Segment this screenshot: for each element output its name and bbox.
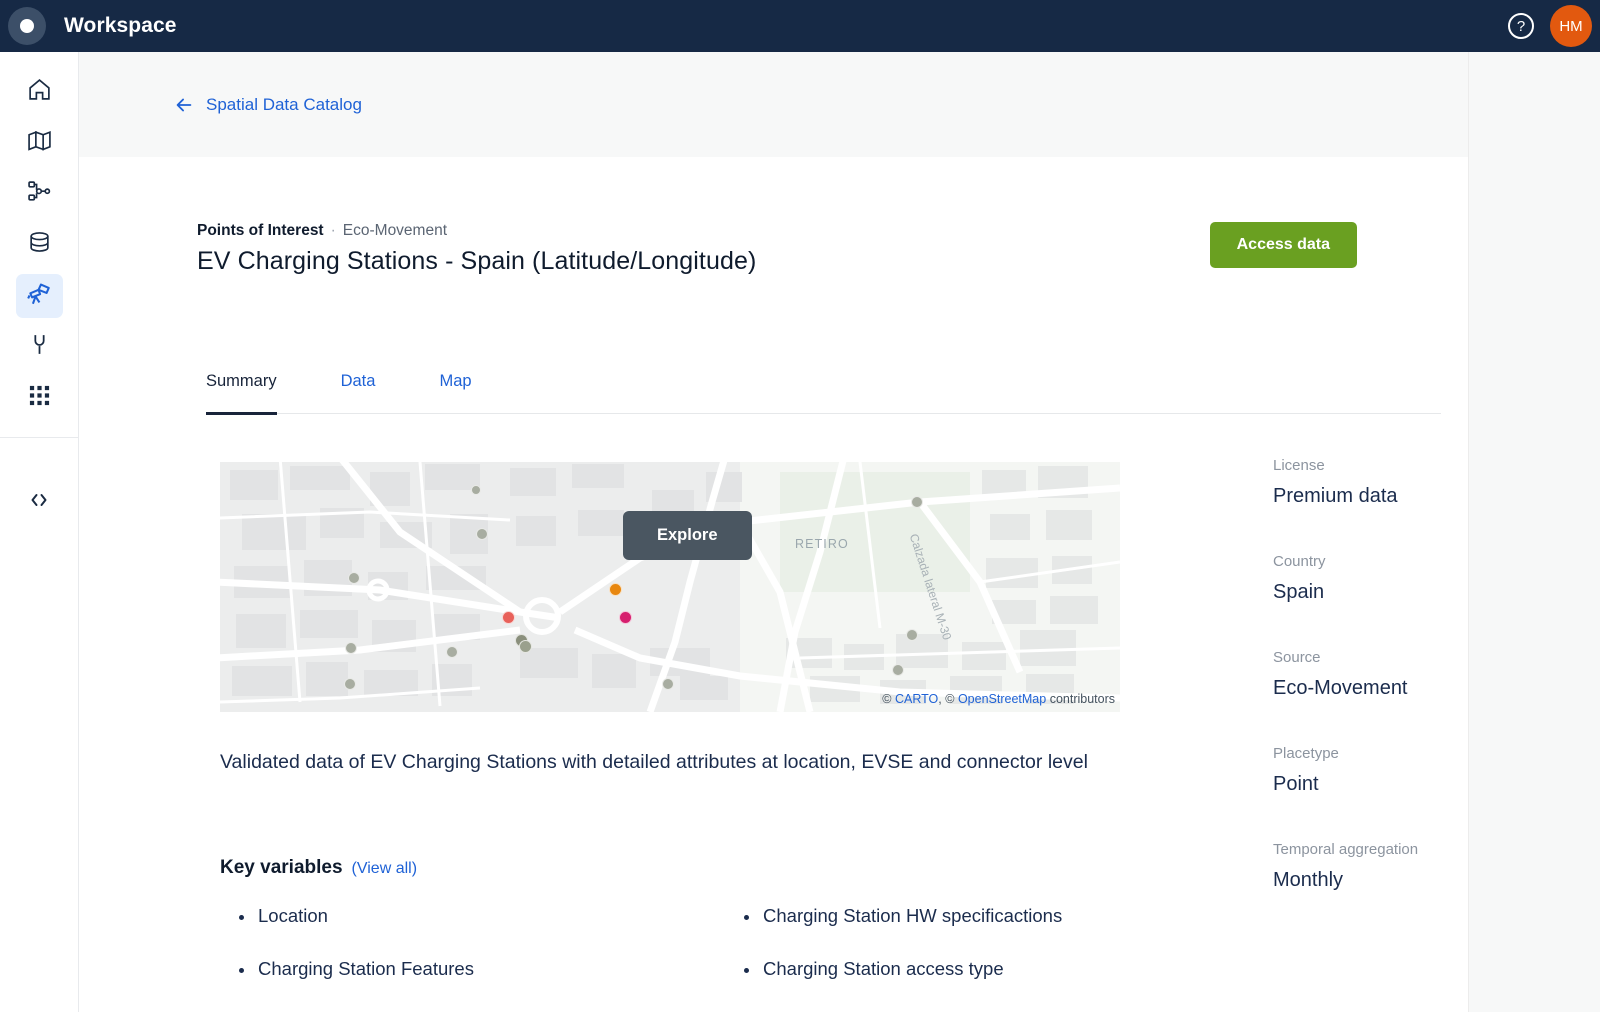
content-panel: Points of Interest · Eco-Movement EV Charg… (79, 157, 1469, 1012)
page-title: EV Charging Stations - Spain (Latitude/L… (197, 247, 756, 276)
code-brackets-icon (27, 488, 51, 517)
map-marker (609, 583, 622, 596)
dataset-provider: Eco-Movement (343, 222, 447, 239)
map-marker (344, 678, 356, 690)
top-bar: Workspace ? HM (0, 0, 1600, 52)
dataset-header: Points of Interest · Eco-Movement EV Charg… (197, 222, 1357, 276)
sidebar-item-spatial-data-catalog[interactable] (16, 274, 63, 318)
sidebar-item-applications[interactable] (16, 376, 63, 420)
map-marker (502, 611, 515, 624)
map-marker (471, 485, 481, 495)
bullet-icon (239, 915, 244, 920)
meta-label-source: Source (1273, 649, 1473, 666)
attribution-copyright-carto: © (882, 692, 891, 706)
openstreetmap-link[interactable]: OpenStreetMap (958, 692, 1046, 706)
key-variables-title: Key variables (220, 857, 343, 878)
meta-value-source: Eco-Movement (1273, 677, 1473, 700)
sidebar-item-workflows[interactable] (16, 172, 63, 216)
breadcrumb-strip: Spatial Data Catalog (79, 52, 1600, 157)
sidebar-item-connections[interactable] (16, 325, 63, 369)
plug-icon (27, 332, 52, 362)
attribution-suffix: contributors (1050, 692, 1115, 706)
sidebar-divider (0, 437, 79, 438)
dataset-description: Validated data of EV Charging Stations w… (220, 747, 1100, 779)
map-marker (476, 528, 488, 540)
metadata-panel: License Premium data Country Spain Sourc… (1273, 457, 1473, 937)
tab-bar: Summary Data Map (206, 372, 1441, 414)
list-item: Charging Station HW specificactions (744, 905, 1249, 927)
list-item: Charging Station access type (744, 958, 1249, 980)
grid-apps-icon (28, 384, 51, 412)
map-marker (911, 496, 923, 508)
key-variables-list: Location Charging Station Features Charg… (239, 905, 1249, 1011)
left-sidebar (0, 52, 79, 1012)
workflows-icon (27, 179, 52, 209)
right-gutter (1469, 52, 1600, 1012)
kicker-separator: · (331, 222, 336, 239)
map-marker (619, 611, 632, 624)
sidebar-item-home[interactable] (16, 70, 63, 114)
key-variables-column-right: Charging Station HW specificactions Char… (744, 905, 1249, 1011)
avatar[interactable]: HM (1550, 5, 1592, 47)
list-item-label: Location (258, 905, 328, 927)
breadcrumb-label: Spatial Data Catalog (206, 95, 362, 115)
database-icon (27, 230, 52, 260)
list-item: Location (239, 905, 744, 927)
sidebar-item-data-explorer[interactable] (16, 223, 63, 267)
topbar-actions: ? HM (1508, 5, 1600, 47)
map-marker (892, 664, 904, 676)
meta-value-country: Spain (1273, 581, 1473, 604)
question-mark-icon[interactable]: ? (1508, 13, 1534, 39)
home-icon (27, 77, 52, 107)
attribution-comma: , (938, 692, 941, 706)
key-variables-column-left: Location Charging Station Features (239, 905, 744, 1011)
sidebar-item-maps[interactable] (16, 121, 63, 165)
view-all-link[interactable]: (View all) (352, 860, 418, 877)
key-variables-heading: Key variables (View all) (220, 857, 417, 879)
meta-label-placetype: Placetype (1273, 745, 1473, 762)
workspace-title: Workspace (64, 14, 177, 38)
map-attribution: © CARTO, © OpenStreetMap contributors (882, 692, 1115, 706)
meta-value-placetype: Point (1273, 773, 1473, 796)
dataset-heading-block: Points of Interest · Eco-Movement EV Charg… (197, 222, 756, 276)
map-marker (519, 640, 532, 653)
list-item-label: Charging Station Features (258, 958, 474, 980)
map-marker (906, 629, 918, 641)
breadcrumb[interactable]: Spatial Data Catalog (173, 94, 362, 116)
sidebar-item-developers[interactable] (16, 480, 63, 524)
list-item: Charging Station Features (239, 958, 744, 980)
meta-value-temporal-aggregation: Monthly (1273, 869, 1473, 892)
explore-button[interactable]: Explore (623, 511, 752, 560)
dataset-kicker: Points of Interest · Eco-Movement (197, 222, 756, 240)
meta-label-temporal-aggregation: Temporal aggregation (1273, 841, 1473, 858)
access-data-button[interactable]: Access data (1210, 222, 1357, 268)
list-item-label: Charging Station access type (763, 958, 1004, 980)
meta-value-license: Premium data (1273, 485, 1473, 508)
list-item-label: Charging Station HW specificactions (763, 905, 1062, 927)
meta-label-license: License (1273, 457, 1473, 474)
breadcrumb-panel: Spatial Data Catalog (79, 52, 1469, 157)
carto-link[interactable]: CARTO (895, 692, 938, 706)
arrow-left-icon (173, 94, 195, 116)
tab-summary[interactable]: Summary (206, 372, 277, 413)
map-icon (27, 128, 52, 158)
attribution-copyright-osm: © (945, 692, 954, 706)
tab-data[interactable]: Data (341, 372, 376, 413)
map-marker (446, 646, 458, 658)
map-basemap (220, 462, 1120, 712)
bullet-icon (744, 968, 749, 973)
map-marker (348, 572, 360, 584)
telescope-icon (26, 281, 52, 312)
map-preview[interactable]: RETIRO Calzada lateral M-30 Explore © CA… (220, 462, 1120, 712)
meta-label-country: Country (1273, 553, 1473, 570)
bullet-icon (744, 915, 749, 920)
map-marker (345, 642, 357, 654)
tab-map[interactable]: Map (439, 372, 471, 413)
circle-dot-logo[interactable] (8, 7, 46, 45)
dataset-category: Points of Interest (197, 222, 324, 239)
bullet-icon (239, 968, 244, 973)
map-marker (662, 678, 674, 690)
